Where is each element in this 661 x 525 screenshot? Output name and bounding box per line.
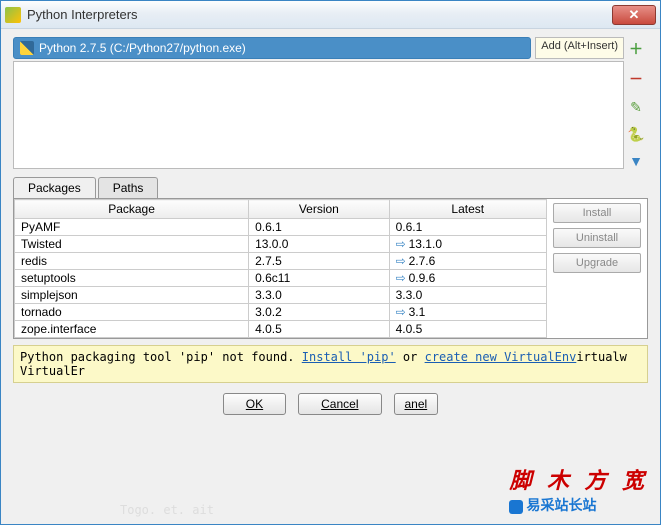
upgrade-arrow-icon: ⇨ bbox=[396, 271, 406, 285]
table-row[interactable]: PyAMF0.6.10.6.1 bbox=[15, 219, 547, 236]
package-version: 3.3.0 bbox=[249, 287, 389, 304]
watermark-text: Togo. et. ait bbox=[120, 503, 214, 517]
table-row[interactable]: tornado3.0.2⇨3.1 bbox=[15, 304, 547, 321]
package-latest: ⇨0.9.6 bbox=[389, 270, 546, 287]
col-version[interactable]: Version bbox=[249, 200, 389, 219]
tab-packages[interactable]: Packages bbox=[13, 177, 96, 198]
install-button[interactable]: Install bbox=[553, 203, 641, 223]
table-row[interactable]: Twisted13.0.0⇨13.1.0 bbox=[15, 236, 547, 253]
package-latest: 4.0.5 bbox=[389, 321, 546, 338]
window-title: Python Interpreters bbox=[27, 7, 612, 22]
upgrade-arrow-icon: ⇨ bbox=[396, 254, 406, 268]
package-name: PyAMF bbox=[15, 219, 249, 236]
add-tooltip: Add (Alt+Insert) bbox=[535, 37, 624, 59]
package-version: 2.7.5 bbox=[249, 253, 389, 270]
upgrade-button[interactable]: Upgrade bbox=[553, 253, 641, 273]
close-button[interactable]: ✕ bbox=[612, 5, 656, 25]
uninstall-button[interactable]: Uninstall bbox=[553, 228, 641, 248]
edit-icon[interactable]: ✎ bbox=[630, 99, 642, 116]
logo-icon bbox=[509, 500, 523, 514]
col-package[interactable]: Package bbox=[15, 200, 249, 219]
table-row[interactable]: simplejson3.3.03.3.0 bbox=[15, 287, 547, 304]
package-latest: 3.3.0 bbox=[389, 287, 546, 304]
interpreter-label: Python 2.7.5 (C:/Python27/python.exe) bbox=[39, 41, 246, 55]
upgrade-arrow-icon: ⇨ bbox=[396, 237, 406, 251]
upgrade-arrow-icon: ⇨ bbox=[396, 305, 406, 319]
table-row[interactable]: setuptools0.6c11⇨0.9.6 bbox=[15, 270, 547, 287]
titlebar: Python Interpreters ✕ bbox=[1, 1, 660, 29]
pip-warning: Python packaging tool 'pip' not found. I… bbox=[13, 345, 648, 383]
package-version: 0.6c11 bbox=[249, 270, 389, 287]
overlay-branding: 脚 木 方 宽 易采站长站 bbox=[509, 463, 649, 515]
package-name: tornado bbox=[15, 304, 249, 321]
python-icon bbox=[20, 41, 34, 55]
filter-icon[interactable]: ▼ bbox=[629, 153, 643, 169]
extra-button[interactable]: anel bbox=[394, 393, 439, 415]
package-name: Twisted bbox=[15, 236, 249, 253]
package-latest: ⇨13.1.0 bbox=[389, 236, 546, 253]
install-pip-link[interactable]: Install 'pip' bbox=[302, 350, 396, 364]
package-version: 13.0.0 bbox=[249, 236, 389, 253]
package-version: 3.0.2 bbox=[249, 304, 389, 321]
package-latest: 0.6.1 bbox=[389, 219, 546, 236]
remove-icon[interactable]: － bbox=[629, 69, 643, 89]
warning-text: Python packaging tool 'pip' not found. bbox=[20, 350, 302, 364]
package-version: 4.0.5 bbox=[249, 321, 389, 338]
package-name: simplejson bbox=[15, 287, 249, 304]
add-icon[interactable]: ＋ bbox=[629, 39, 643, 59]
tab-paths[interactable]: Paths bbox=[98, 177, 159, 198]
package-latest: ⇨2.7.6 bbox=[389, 253, 546, 270]
table-row[interactable]: redis2.7.5⇨2.7.6 bbox=[15, 253, 547, 270]
packages-table: Package Version Latest PyAMF0.6.10.6.1Tw… bbox=[14, 199, 547, 338]
package-name: setuptools bbox=[15, 270, 249, 287]
package-name: zope.interface bbox=[15, 321, 249, 338]
cancel-button[interactable]: Cancel bbox=[298, 393, 381, 415]
interpreter-selection[interactable]: Python 2.7.5 (C:/Python27/python.exe) bbox=[13, 37, 531, 59]
package-version: 0.6.1 bbox=[249, 219, 389, 236]
col-latest[interactable]: Latest bbox=[389, 200, 546, 219]
interpreter-list[interactable] bbox=[13, 61, 624, 169]
python-path-icon[interactable]: 🐍 bbox=[627, 126, 644, 143]
app-icon bbox=[5, 7, 21, 23]
ok-button[interactable]: OK bbox=[223, 393, 286, 415]
package-name: redis bbox=[15, 253, 249, 270]
create-virtualenv-link[interactable]: create new VirtualEnv bbox=[425, 350, 577, 364]
package-latest: ⇨3.1 bbox=[389, 304, 546, 321]
table-row[interactable]: zope.interface4.0.54.0.5 bbox=[15, 321, 547, 338]
